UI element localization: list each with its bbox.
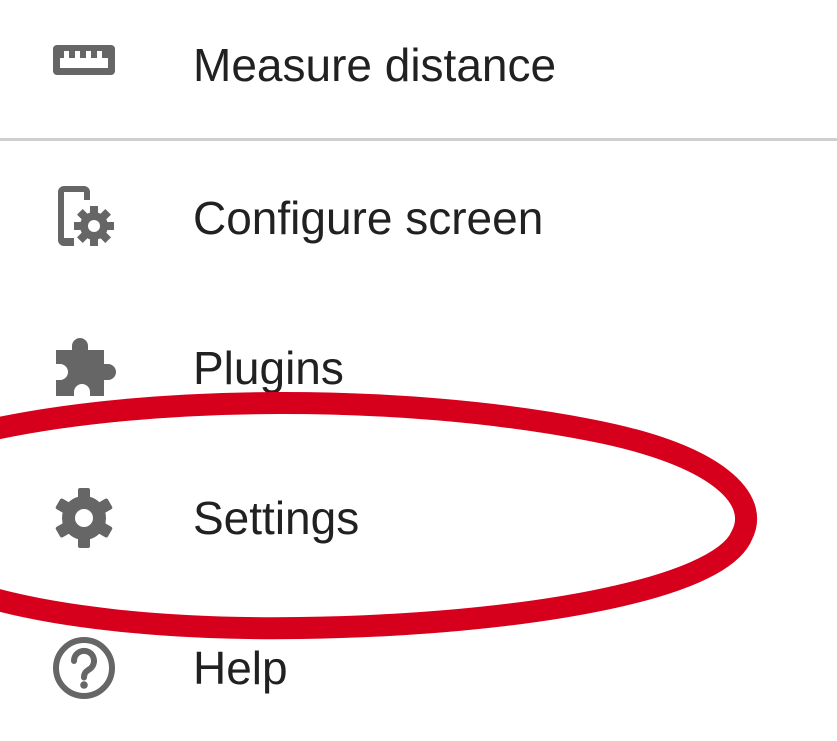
- phone-settings-icon: [50, 184, 118, 252]
- help-circle-icon: [50, 634, 118, 702]
- overflow-menu: Measure distance Configure screen Plugin…: [0, 0, 837, 741]
- ruler-icon: [50, 31, 118, 99]
- gear-icon: [50, 484, 118, 552]
- menu-item-configure-screen[interactable]: Configure screen: [0, 158, 837, 278]
- menu-item-label: Settings: [193, 492, 360, 544]
- menu-item-label: Configure screen: [193, 192, 544, 244]
- menu-item-help[interactable]: Help: [0, 608, 837, 728]
- menu-item-settings[interactable]: Settings: [0, 458, 837, 578]
- menu-item-measure-distance[interactable]: Measure distance: [0, 5, 837, 125]
- menu-item-label: Help: [193, 642, 288, 694]
- puzzle-icon: [50, 334, 118, 402]
- menu-item-plugins[interactable]: Plugins: [0, 308, 837, 428]
- menu-divider: [0, 138, 837, 141]
- menu-item-label: Plugins: [193, 342, 344, 394]
- menu-item-label: Measure distance: [193, 39, 557, 91]
